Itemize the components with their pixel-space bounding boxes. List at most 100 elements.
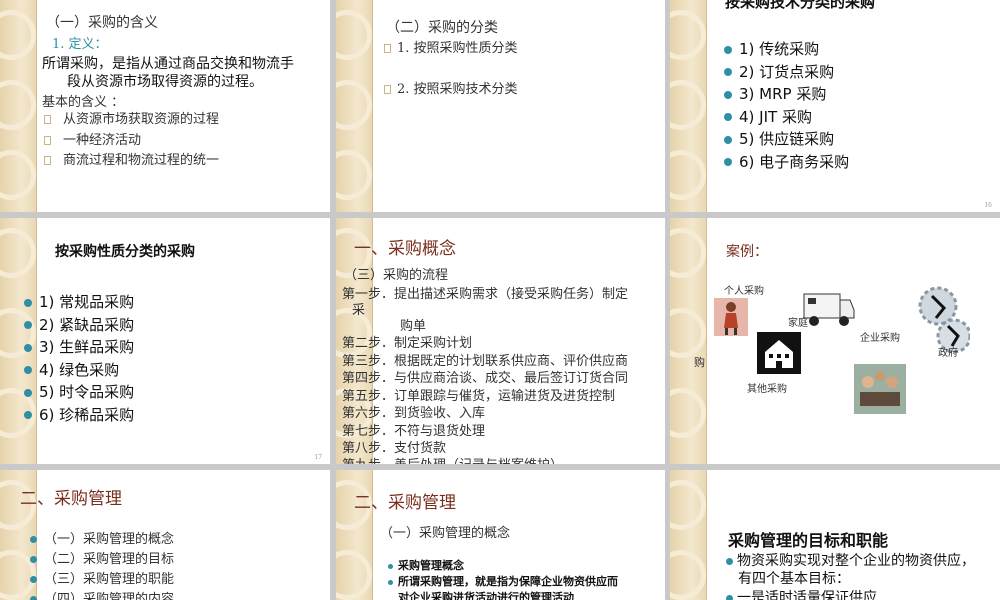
truck-icon: [803, 293, 855, 326]
technique-list: 1) 传统采购 2) 订货点采购 3) MRP 采购 4) JIT 采购 5) …: [724, 38, 849, 173]
list-item: 4) JIT 采购: [724, 106, 849, 129]
list-item: 对企业采购进货活动进行的管理活动: [398, 591, 574, 600]
square-bullet-icon: [44, 135, 51, 145]
shopper-icon: [714, 298, 748, 336]
bullet-icon: [24, 366, 32, 374]
slide-thumbnail-3[interactable]: 按采购技术分类的采购 1) 传统采购 2) 订货点采购 3) MRP 采购 4)…: [670, 0, 1000, 212]
list-item: 商流过程和物流过程的统一: [44, 151, 219, 172]
bullet-icon: [24, 388, 32, 397]
list-item: 采购管理概念: [388, 558, 618, 574]
step-line: 第六步．到货验收、入库: [342, 406, 486, 421]
goal-text-2: 有四个基本目标：: [738, 571, 850, 587]
list-item: 6) 珍稀品采购: [24, 404, 134, 427]
management-list: （一）采购管理的概念 （二）采购管理的目标 （三）采购管理的职能 （四）采购管理…: [30, 530, 174, 600]
list-item: 4) 绿色采购: [24, 359, 134, 382]
slide-title: 按采购性质分类的采购: [55, 244, 195, 260]
list-item: （一）采购管理的概念: [30, 530, 174, 550]
list-item: （二）采购管理的目标: [30, 550, 174, 570]
nature-list: 1) 常规品采购 2) 紧缺品采购 3) 生鲜品采购 4) 绿色采购 5) 时令…: [24, 291, 134, 426]
personal-purchase-label: 个人采购: [724, 286, 764, 297]
bullet-icon: [724, 135, 732, 144]
slide-subtitle: （三）采购的流程: [344, 268, 449, 283]
slide-thumbnail-1[interactable]: （一）采购的含义 1. 定义： 所谓采购，是指从通过商品交换和物流手 段从资源市…: [0, 0, 330, 212]
slide-thumbnail-8[interactable]: 二、采购管理 （一）采购管理的概念 采购管理概念 所谓采购管理，就是指为保障企业…: [336, 470, 665, 600]
list-item: 1. 按照采购性质分类: [384, 37, 518, 78]
bullet-icon: [24, 343, 32, 352]
definition-text-2: 段从资源市场取得资源的过程。: [67, 74, 263, 90]
step-line: 第四步．与供应商洽谈、成交、最后签订订货合同: [342, 371, 629, 386]
bullet-icon: [24, 411, 32, 419]
bullet-icon: [24, 298, 32, 307]
bullet-icon: [24, 321, 32, 329]
list-item: 1) 常规品采购: [24, 291, 134, 314]
concept-list: 采购管理概念 所谓采购管理，就是指为保障企业物资供应而 对企业采购进货活动进行的…: [388, 558, 618, 600]
slide-thumbnail-2[interactable]: （二）采购的分类 1. 按照采购性质分类 2. 按照采购技术分类: [336, 0, 665, 212]
buy-label: 购: [694, 356, 705, 369]
slide-thumbnail-4[interactable]: 按采购性质分类的采购 1) 常规品采购 2) 紧缺品采购 3) 生鲜品采购 4)…: [0, 218, 330, 464]
bullet-icon: [726, 557, 733, 565]
step-line: 第九步．善后处理（记录与档案维护）: [342, 454, 563, 464]
page-number: 17: [314, 454, 322, 461]
page-number: 16: [984, 202, 992, 209]
list-item: （四）采购管理的内容: [30, 590, 174, 600]
list-item: 5) 时令品采购: [24, 381, 134, 404]
slide-thumbnail-6[interactable]: 案例： 购 个人采购 家庭 企业采购 政府 其他采购: [670, 218, 1000, 464]
bullet-icon: [388, 579, 393, 585]
list-item: 所谓采购管理，就是指为保障企业物资供应而: [388, 574, 618, 590]
list-item: 2) 紧缺品采购: [24, 314, 134, 337]
slide-title: 二、采购管理: [354, 493, 456, 513]
step-line: 第二步．制定采购计划: [342, 336, 473, 351]
slide-decoration: [336, 0, 373, 212]
slide-title: 二、采购管理: [20, 489, 122, 509]
government-purchase-label: 政府: [938, 348, 958, 359]
step-line: 第一步．提出描述采购需求（接受采购任务）制定: [342, 287, 629, 302]
other-purchase-label: 其他采购: [747, 384, 787, 395]
slide-decoration: [0, 0, 37, 212]
definition-text-1: 所谓采购，是指从通过商品交换和物流手: [42, 56, 294, 72]
bullet-icon: [30, 536, 37, 543]
slide-subtitle: （二）采购的分类: [386, 20, 498, 36]
bullet-icon: [724, 90, 732, 99]
slide-title: 按采购技术分类的采购: [725, 0, 876, 11]
square-bullet-icon: [44, 156, 51, 165]
bullet-icon: [388, 563, 393, 569]
slide-thumbnail-9[interactable]: 采购管理的目标和职能 物资采购实现对整个企业的物资供应， 有四个基本目标： 一是…: [670, 470, 1000, 600]
bullet-icon: [724, 68, 732, 76]
bullet-icon: [724, 113, 732, 121]
bullet-icon: [30, 596, 37, 600]
bullet-icon: [30, 556, 37, 563]
list-item: 一种经济活动: [44, 131, 219, 152]
slide-decoration: [670, 470, 707, 600]
slide-thumbnail-5[interactable]: 一、采购概念 （三）采购的流程 第一步．提出描述采购需求（接受采购任务）制定 采…: [336, 218, 665, 464]
list-item: 1) 传统采购: [724, 38, 849, 61]
bullet-icon: [726, 594, 733, 600]
meaning-list: 从资源市场获取资源的过程 一种经济活动 商流过程和物流过程的统一: [44, 110, 219, 172]
list-item: （三）采购管理的职能: [30, 570, 174, 590]
square-bullet-icon: [44, 115, 51, 124]
square-bullet-icon: [384, 44, 391, 53]
bullet-icon: [724, 158, 732, 166]
bullet-icon: [724, 45, 732, 54]
list-item: 3) MRP 采购: [724, 83, 849, 106]
list-item: 2) 订货点采购: [724, 61, 849, 84]
slide-thumbnail-7[interactable]: 二、采购管理 （一）采购管理的概念 （二）采购管理的目标 （三）采购管理的职能 …: [0, 470, 330, 600]
square-bullet-icon: [384, 85, 391, 94]
slide-title: 一、采购概念: [354, 239, 456, 259]
list-item: 2. 按照采购技术分类: [384, 78, 518, 97]
building-icon: [757, 332, 801, 374]
step-line: 采: [352, 303, 366, 318]
bullet-icon: [30, 576, 37, 583]
slide-subtitle: （一）采购的含义: [46, 15, 158, 31]
meeting-icon: [854, 364, 906, 414]
slide-title: 采购管理的目标和职能: [728, 531, 889, 550]
category-list: 1. 按照采购性质分类 2. 按照采购技术分类: [384, 37, 518, 97]
list-item: 6) 电子商务采购: [724, 151, 849, 174]
list-item: 从资源市场获取资源的过程: [44, 110, 219, 131]
slide-subtitle: （一）采购管理的概念: [380, 526, 511, 541]
goal-text-1: 物资采购实现对整个企业的物资供应，: [726, 550, 975, 570]
list-item: 3) 生鲜品采购: [24, 336, 134, 359]
enterprise-purchase-label: 企业采购: [860, 333, 900, 344]
goal-text-3: 一是适时适量保证供应: [726, 587, 877, 600]
case-label: 案例：: [726, 244, 768, 260]
basic-meaning-label: 基本的含义 ：: [42, 95, 125, 110]
